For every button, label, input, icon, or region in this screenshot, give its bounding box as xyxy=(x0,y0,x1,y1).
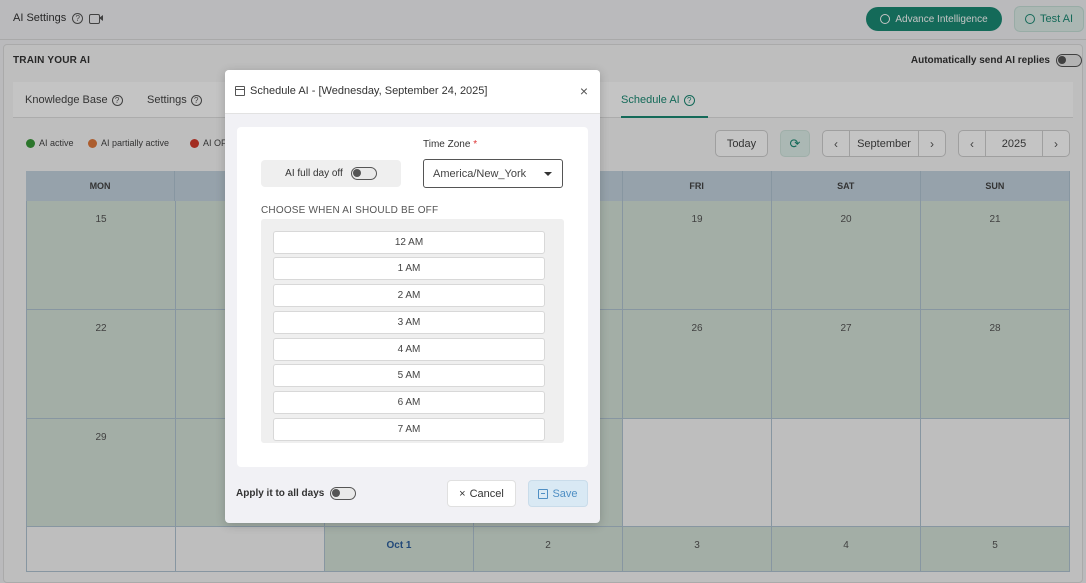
time-slot-button[interactable]: 6 AM xyxy=(273,391,545,414)
full-day-off-toggle[interactable] xyxy=(350,167,377,180)
apply-all-days-label: Apply it to all days xyxy=(236,488,325,499)
time-zone-value: America/New_York xyxy=(433,167,527,180)
modal-title-text: Schedule AI - [Wednesday, September 24, … xyxy=(250,85,488,97)
time-zone-label-text: Time Zone xyxy=(423,139,471,150)
close-icon[interactable]: × xyxy=(580,83,588,99)
apply-all-days-toggle[interactable] xyxy=(330,487,357,500)
time-slot-button[interactable]: 5 AM xyxy=(273,364,545,387)
close-icon: × xyxy=(459,487,466,500)
cancel-button[interactable]: × Cancel xyxy=(447,480,516,507)
time-slot-button[interactable]: 4 AM xyxy=(273,338,545,361)
time-slot-button[interactable]: 3 AM xyxy=(273,311,545,334)
calendar-icon xyxy=(235,86,245,96)
modal-title: Schedule AI - [Wednesday, September 24, … xyxy=(235,85,487,97)
time-slot-button[interactable]: 12 AM xyxy=(273,231,545,254)
save-label: Save xyxy=(552,487,578,500)
apply-all-days-control: Apply it to all days xyxy=(236,487,357,500)
cancel-label: Cancel xyxy=(469,487,504,500)
chevron-down-icon xyxy=(544,172,552,176)
modal-body: Time Zone * AI full day off America/New_… xyxy=(237,127,588,467)
time-zone-label: Time Zone * xyxy=(423,139,477,150)
full-day-off-control: AI full day off xyxy=(261,160,401,187)
time-slot-button[interactable]: 2 AM xyxy=(273,284,545,307)
modal-header: Schedule AI - [Wednesday, September 24, … xyxy=(225,70,600,114)
time-slot-button[interactable]: 1 AM xyxy=(273,257,545,280)
time-zone-select[interactable]: America/New_York xyxy=(423,159,563,188)
full-day-off-label: AI full day off xyxy=(285,168,343,179)
time-slot-list[interactable]: 12 AM 1 AM 2 AM 3 AM 4 AM 5 AM 6 AM 7 AM xyxy=(261,219,564,443)
time-slot-button[interactable]: 7 AM xyxy=(273,418,545,441)
save-button[interactable]: Save xyxy=(528,480,588,507)
schedule-ai-modal: Schedule AI - [Wednesday, September 24, … xyxy=(225,70,600,523)
choose-off-label: CHOOSE WHEN AI SHOULD BE OFF xyxy=(261,205,439,216)
required-mark: * xyxy=(473,139,478,150)
save-icon xyxy=(538,488,549,499)
